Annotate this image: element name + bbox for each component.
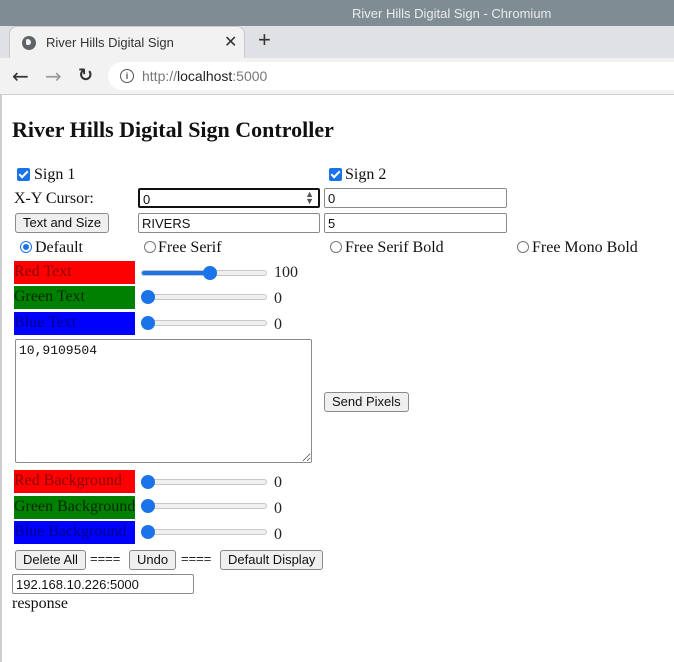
sign-1-label: Sign 1 bbox=[34, 166, 76, 183]
green-background-slider[interactable] bbox=[141, 498, 267, 514]
font-radio-default[interactable] bbox=[20, 241, 32, 253]
font-radio-free-serif[interactable] bbox=[144, 241, 156, 253]
tab-strip: River Hills Digital Sign ✕ + bbox=[0, 26, 674, 58]
default-display-button[interactable]: Default Display bbox=[220, 550, 324, 570]
tab-title: River Hills Digital Sign bbox=[46, 35, 174, 50]
response-text: response bbox=[12, 595, 68, 612]
green-text-swatch: Green Text bbox=[14, 286, 135, 309]
blue-background-swatch: Blue Background bbox=[14, 521, 135, 544]
sign-2-label: Sign 2 bbox=[345, 166, 387, 183]
page-content: River Hills Digital Sign Controller Sign… bbox=[0, 95, 674, 662]
blue-background-slider[interactable] bbox=[141, 524, 267, 540]
font-label-default: Default bbox=[35, 239, 83, 256]
slider-thumb[interactable] bbox=[141, 290, 155, 304]
xy-cursor-label: X-Y Cursor: bbox=[14, 190, 94, 207]
green-text-slider[interactable] bbox=[141, 289, 267, 305]
red-text-value: 100 bbox=[274, 264, 298, 281]
sign-text-input[interactable]: RIVERS bbox=[138, 213, 320, 233]
blue-text-slider[interactable] bbox=[141, 315, 267, 331]
reload-icon[interactable]: ↻ bbox=[78, 65, 93, 86]
separator-text: ==== bbox=[181, 551, 212, 566]
blue-text-value: 0 bbox=[274, 316, 282, 333]
font-label-free-serif-bold: Free Serif Bold bbox=[345, 239, 444, 256]
green-text-value: 0 bbox=[274, 290, 282, 307]
slider-thumb[interactable] bbox=[141, 316, 155, 330]
info-icon[interactable]: i bbox=[120, 69, 134, 83]
send-pixels-button[interactable]: Send Pixels bbox=[324, 392, 409, 412]
back-arrow-icon[interactable]: ← bbox=[12, 64, 29, 88]
browser-tab[interactable]: River Hills Digital Sign ✕ bbox=[9, 26, 245, 58]
font-label-free-mono-bold: Free Mono Bold bbox=[532, 239, 638, 256]
blue-text-swatch: Blue Text bbox=[14, 312, 135, 335]
separator-text: ==== bbox=[90, 551, 121, 566]
green-background-swatch: Green Background bbox=[14, 496, 135, 519]
forward-arrow-icon[interactable]: → bbox=[45, 64, 62, 88]
red-background-swatch: Red Background bbox=[14, 470, 135, 493]
slider-thumb[interactable] bbox=[141, 499, 155, 513]
new-tab-button[interactable]: + bbox=[258, 27, 271, 53]
red-background-slider[interactable] bbox=[141, 474, 267, 490]
slider-thumb[interactable] bbox=[141, 525, 155, 539]
page-title: River Hills Digital Sign Controller bbox=[12, 117, 334, 142]
cursor-x-input[interactable]: 0 ▲ ▼ bbox=[138, 188, 320, 208]
text-size-input[interactable]: 5 bbox=[324, 213, 507, 233]
server-address-input[interactable]: 192.168.10.226:5000 bbox=[12, 574, 194, 594]
text-and-size-button[interactable]: Text and Size bbox=[15, 213, 110, 233]
red-text-swatch: Red Text bbox=[14, 261, 135, 284]
red-background-value: 0 bbox=[274, 474, 282, 491]
window-title-bar: River Hills Digital Sign - Chromium bbox=[0, 0, 674, 26]
undo-button[interactable]: Undo bbox=[129, 550, 177, 570]
cursor-y-input[interactable]: 0 bbox=[324, 188, 507, 208]
window-title: River Hills Digital Sign - Chromium bbox=[352, 6, 552, 21]
green-background-value: 0 bbox=[274, 500, 282, 517]
close-tab-icon[interactable]: ✕ bbox=[224, 32, 237, 52]
font-radio-free-mono-bold[interactable] bbox=[517, 241, 529, 253]
font-radio-free-serif-bold[interactable] bbox=[330, 241, 342, 253]
spinner-arrows-icon[interactable]: ▲ ▼ bbox=[305, 190, 314, 206]
sign-2-checkbox[interactable] bbox=[329, 168, 342, 181]
slider-thumb[interactable] bbox=[202, 266, 217, 280]
sign-1-checkbox[interactable] bbox=[17, 168, 30, 181]
pixels-textarea[interactable] bbox=[15, 339, 312, 463]
delete-all-button[interactable]: Delete All bbox=[15, 550, 86, 570]
slider-thumb[interactable] bbox=[141, 475, 155, 489]
browser-toolbar: ← → ↻ i http://localhost:5000 bbox=[0, 58, 674, 95]
url-text: http://localhost:5000 bbox=[142, 68, 268, 84]
globe-icon bbox=[22, 36, 36, 50]
red-text-slider[interactable] bbox=[141, 265, 267, 281]
address-bar[interactable]: i http://localhost:5000 bbox=[108, 62, 674, 90]
blue-background-value: 0 bbox=[274, 526, 282, 543]
font-label-free-serif: Free Serif bbox=[158, 239, 222, 256]
